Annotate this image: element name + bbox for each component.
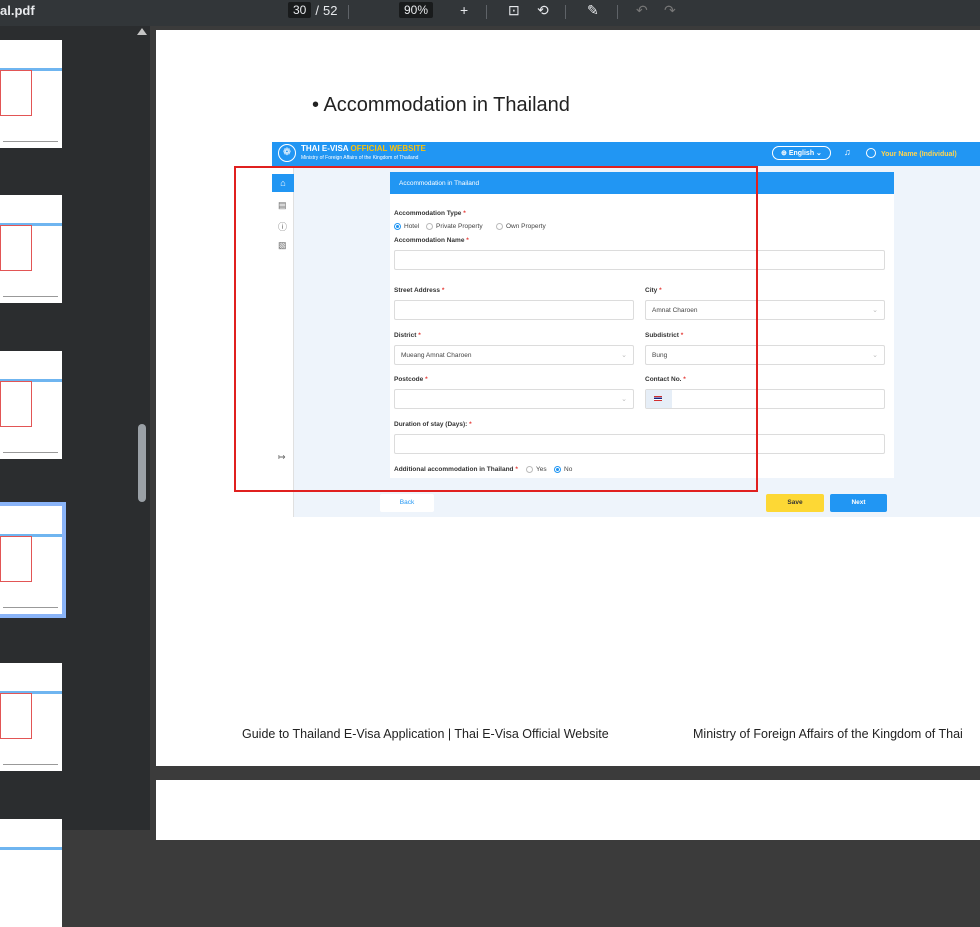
save-button[interactable]: Save [766,494,824,512]
fit-page-icon[interactable]: ⊡ [508,2,520,19]
scrollbar-thumb[interactable] [138,424,146,502]
page-thumbnail[interactable] [0,195,62,303]
next-pdf-page [156,780,980,840]
page-thumbnail[interactable] [0,40,62,148]
page-thumbnail[interactable] [0,351,62,459]
zoom-in-button[interactable]: + [460,2,468,18]
toolbar-divider [565,5,566,19]
page-thumbnail[interactable] [0,819,62,927]
bell-icon[interactable]: ♫ [844,147,851,157]
redo-icon[interactable]: ↷ [664,2,676,19]
toolbar-divider [348,5,349,19]
footer-right: Ministry of Foreign Affairs of the Kingd… [693,727,963,741]
annotate-icon[interactable]: ✎ [587,2,599,19]
user-menu[interactable]: Your Name (Individual) [866,148,957,158]
page-heading: • Accommodation in Thailand [312,94,570,116]
scroll-up-arrow-icon[interactable] [137,28,147,35]
toolbar-divider [486,5,487,19]
rotate-icon[interactable]: ⟲ [537,2,549,19]
next-button[interactable]: Next [830,494,887,512]
page-indicator: 30 / 52 [288,2,337,18]
chevron-down-icon: ⌄ [872,352,878,359]
pdf-toolbar: al.pdf 30 / 52 90% + ⊡ ⟲ ✎ ↶ ↷ [0,0,980,26]
site-title: THAI E-VISA OFFICIAL WEBSITE [301,144,426,153]
highlight-box [234,166,758,492]
total-pages: 52 [322,2,338,18]
file-name: al.pdf [0,3,35,18]
page-number-input[interactable]: 30 [288,2,312,18]
undo-icon[interactable]: ↶ [636,2,648,19]
site-header: ❁ THAI E-VISA OFFICIAL WEBSITE Ministry … [272,142,980,166]
chevron-down-icon: ⌄ [872,307,878,314]
thumbnail-sidebar [0,26,136,927]
language-selector[interactable]: ⊕ English ⌄ [772,146,831,160]
back-button[interactable]: Back [380,494,434,512]
ministry-logo-icon: ❁ [278,144,296,162]
footer-left: Guide to Thailand E-Visa Application | T… [242,727,609,741]
user-icon [866,148,876,158]
zoom-input[interactable]: 90% [399,2,434,18]
toolbar-divider [617,5,618,19]
page-thumbnail[interactable] [0,663,62,771]
site-subtitle: Ministry of Foreign Affairs of the Kingd… [301,155,419,161]
page-separator: / [315,2,319,18]
page-thumbnail-selected[interactable] [0,502,66,618]
